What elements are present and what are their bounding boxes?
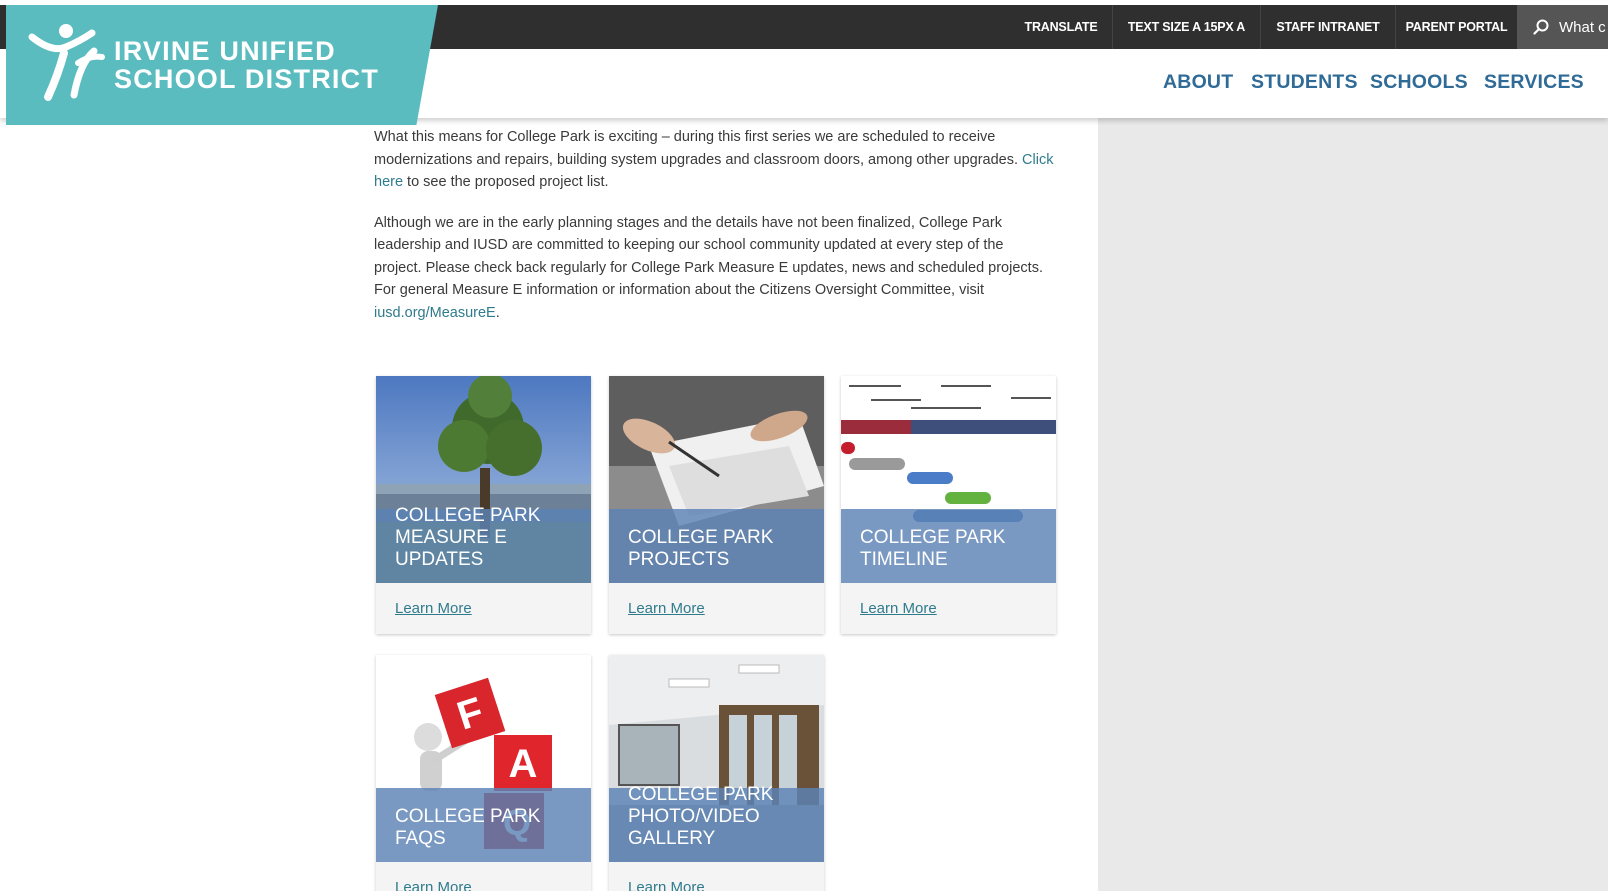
translate-button[interactable]: TRANSLATE [1010, 5, 1112, 49]
card-image: COLLEGE PARK TIMELINE [841, 376, 1056, 583]
logo-figures-icon [28, 24, 105, 101]
logo-line-2: SCHOOL DISTRICT [114, 64, 380, 94]
search-input[interactable]: What c [1559, 19, 1606, 36]
card-projects[interactable]: COLLEGE PARK PROJECTS Learn More [609, 376, 824, 634]
nav-students[interactable]: STUDENTS [1251, 71, 1358, 94]
learn-more-link[interactable]: Learn More [609, 583, 824, 634]
paragraph-2: Although we are in the early planning st… [374, 212, 1054, 325]
right-sidebar [1098, 118, 1608, 891]
logo-line-1: IRVINE UNIFIED [114, 36, 336, 66]
paragraph-1: What this means for College Park is exci… [374, 126, 1054, 194]
p1-text: What this means for College Park is exci… [374, 129, 1023, 168]
search-box[interactable]: What c [1517, 5, 1608, 49]
search-icon [1533, 19, 1549, 35]
card-photo-video-gallery[interactable]: COLLEGE PARK PHOTO/VIDEO GALLERY Learn M… [609, 655, 824, 891]
nav-services[interactable]: SERVICES [1484, 71, 1584, 94]
learn-more-link[interactable]: Learn More [376, 583, 591, 634]
p2-text: Although we are in the early planning st… [374, 214, 1043, 299]
card-title: COLLEGE PARK PHOTO/VIDEO GALLERY [628, 784, 774, 849]
card-image: F A Q COLLEGE PARK FAQS [376, 655, 591, 862]
card-image: COLLEGE PARK PROJECTS [609, 376, 824, 583]
card-title: COLLEGE PARK PROJECTS [628, 527, 774, 570]
card-faqs[interactable]: F A Q COLLEGE PARK FAQS Learn More [376, 655, 591, 891]
learn-more-link[interactable]: Learn More [376, 862, 591, 891]
learn-more-link[interactable]: Learn More [609, 862, 824, 891]
learn-more-link[interactable]: Learn More [841, 583, 1056, 634]
card-measure-e-updates[interactable]: COLLEGE PARK MEASURE E UPDATES Learn Mor… [376, 376, 591, 634]
card-title: COLLEGE PARK FAQS [395, 806, 541, 849]
card-title: COLLEGE PARK TIMELINE [860, 527, 1006, 570]
card-timeline[interactable]: COLLEGE PARK TIMELINE Learn More [841, 376, 1056, 634]
main-content: What this means for College Park is exci… [374, 126, 1054, 342]
card-title: COLLEGE PARK MEASURE E UPDATES [395, 505, 541, 570]
measure-e-link[interactable]: iusd.org/MeasureE [374, 305, 496, 321]
card-image: COLLEGE PARK PHOTO/VIDEO GALLERY [609, 655, 824, 862]
faq-letter-a: A [509, 742, 538, 786]
parent-portal-link[interactable]: PARENT PORTAL [1395, 5, 1517, 49]
p1-text-end: to see the proposed project list. [403, 174, 609, 190]
card-image: COLLEGE PARK MEASURE E UPDATES [376, 376, 591, 583]
logo-text: IRVINE UNIFIED SCHOOL DISTRICT [114, 37, 379, 93]
p2-text-end: . [495, 304, 500, 321]
nav-schools[interactable]: SCHOOLS [1370, 71, 1468, 94]
nav-about[interactable]: ABOUT [1163, 71, 1233, 94]
staff-intranet-link[interactable]: STAFF INTRANET [1260, 5, 1395, 49]
district-logo[interactable]: IRVINE UNIFIED SCHOOL DISTRICT [6, 5, 438, 125]
text-size-button[interactable]: TEXT SIZE A 15PX A [1112, 5, 1260, 49]
